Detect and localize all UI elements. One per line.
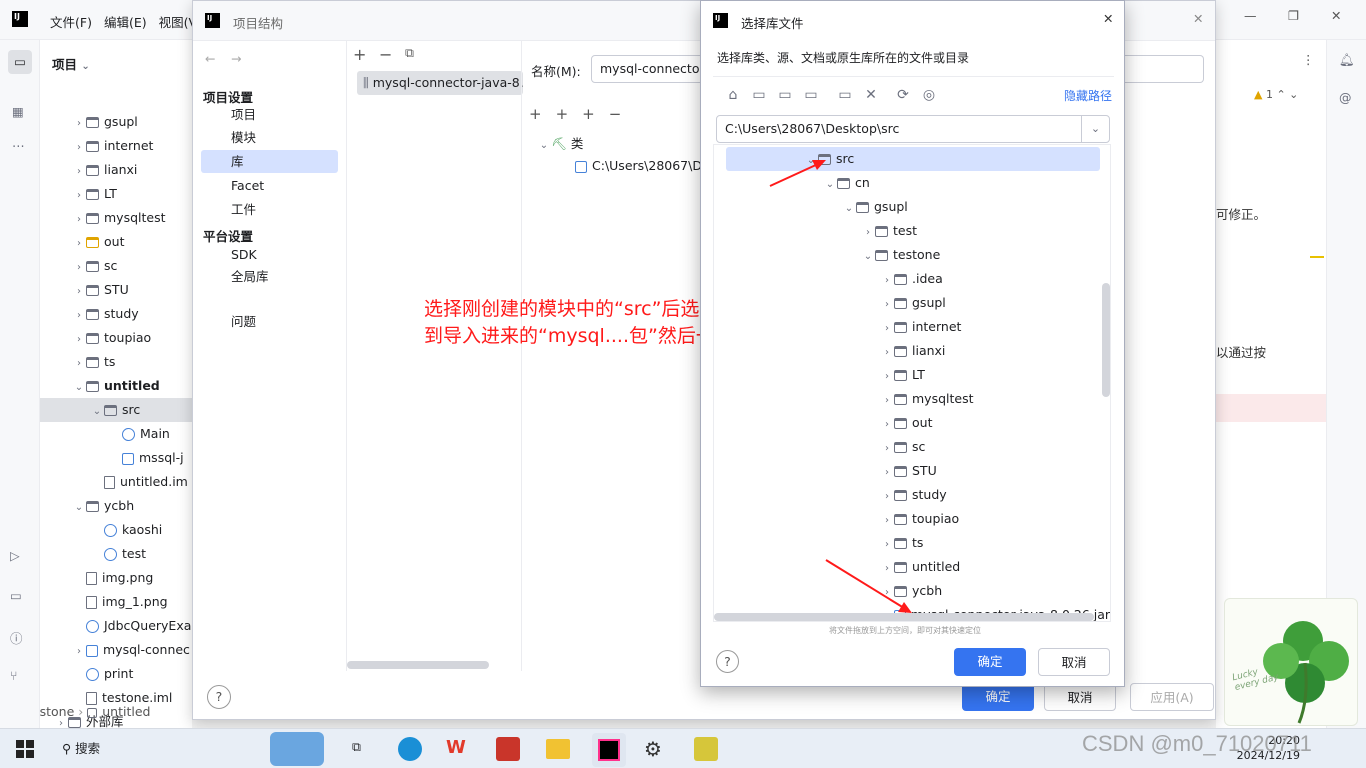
arrowhead [898, 602, 912, 613]
annotation-arrows [769, 160, 912, 613]
settings-icon[interactable]: ⚙ [644, 737, 662, 761]
windows-taskbar: ⚲ 搜索 ⧉ W ⚙ 20:20 2024/12/19 CSDN @m0_710… [0, 728, 1366, 768]
arrow-to-src [769, 163, 819, 187]
arrow-to-jar [825, 559, 905, 609]
wps-icon[interactable]: W [446, 737, 470, 761]
file-explorer-icon[interactable] [546, 739, 570, 759]
app-icon[interactable] [694, 737, 718, 761]
clover-image [1263, 621, 1349, 724]
csdn-watermark: CSDN @m0_71020711 [1082, 731, 1312, 756]
edge-icon[interactable] [398, 737, 422, 761]
windows-start-icon[interactable] [16, 740, 34, 758]
search-icon: ⚲ [62, 741, 72, 756]
toolbox-icon[interactable] [496, 737, 520, 761]
widgets-icon[interactable] [270, 732, 324, 766]
taskbar-search[interactable]: ⚲ 搜索 [52, 733, 264, 765]
intellij-taskbar-icon[interactable] [592, 733, 626, 767]
task-view-icon[interactable]: ⧉ [352, 739, 361, 755]
clover-sticker: Lucky every day [1224, 598, 1358, 726]
